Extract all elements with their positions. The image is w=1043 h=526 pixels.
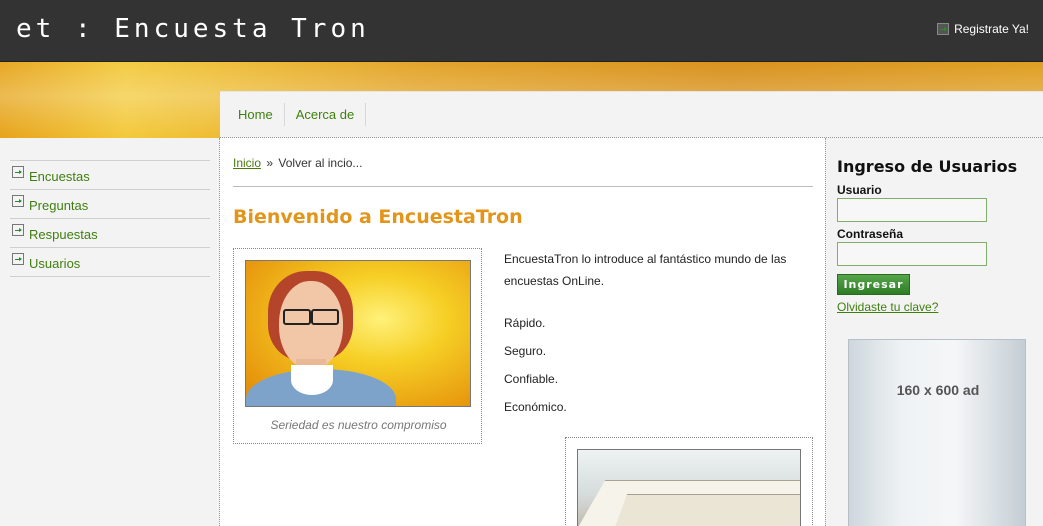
feature-list: Rápido. Seguro. Confiable. Económico. xyxy=(504,312,567,424)
sidebar-item-label: Respuestas xyxy=(29,226,98,242)
book-image xyxy=(577,449,801,526)
username-label: Usuario xyxy=(837,183,882,197)
secondary-image-frame xyxy=(565,437,813,526)
sidebar-item-respuestas[interactable]: Respuestas xyxy=(10,219,210,248)
image-caption: Seriedad es nuestro compromiso xyxy=(270,418,447,432)
content-divider xyxy=(233,186,813,187)
arrow-right-icon xyxy=(12,166,24,178)
right-sidebar: Ingreso de Usuarios Usuario Contraseña I… xyxy=(825,138,1043,526)
left-sidebar: Encuestas Preguntas Respuestas Usuarios xyxy=(0,138,220,526)
username-input[interactable] xyxy=(837,198,987,222)
sidebar-item-preguntas[interactable]: Preguntas xyxy=(10,190,210,219)
breadcrumb: Inicio » Volver al incio... xyxy=(233,156,362,170)
featured-image-frame: Seriedad es nuestro compromiso xyxy=(233,248,482,444)
feature-item: Seguro. xyxy=(504,344,547,358)
breadcrumb-separator: » xyxy=(266,156,274,170)
password-label: Contraseña xyxy=(837,227,904,241)
nav-item-home[interactable]: Home xyxy=(227,103,285,126)
register-label: Registrate Ya! xyxy=(954,22,1029,36)
breadcrumb-current: Volver al incio... xyxy=(278,156,363,170)
sidebar-item-label: Encuestas xyxy=(29,168,90,184)
portrait-image xyxy=(245,260,471,407)
sidebar-item-label: Preguntas xyxy=(29,197,89,213)
ad-banner[interactable]: 160 x 600 ad xyxy=(848,339,1026,526)
feature-item: Rápido. xyxy=(504,316,546,330)
sidebar-menu: Encuestas Preguntas Respuestas Usuarios xyxy=(10,160,210,277)
intro-text: EncuestaTron lo introduce al fantástico … xyxy=(504,252,787,288)
arrow-right-icon xyxy=(12,195,24,207)
sidebar-item-usuarios[interactable]: Usuarios xyxy=(10,248,210,277)
register-link[interactable]: Registrate Ya! xyxy=(937,22,1029,36)
ad-text: 160 x 600 ad xyxy=(896,382,980,398)
arrow-right-icon xyxy=(12,253,24,265)
login-title: Ingreso de Usuarios xyxy=(837,157,1018,176)
login-button[interactable]: Ingresar xyxy=(837,274,910,295)
site-title: et : Encuesta Tron xyxy=(16,14,370,44)
arrow-right-icon xyxy=(12,224,24,236)
nav-item-acerca-de[interactable]: Acerca de xyxy=(285,103,367,126)
arrow-right-icon xyxy=(937,23,950,35)
feature-item: Económico. xyxy=(504,400,567,414)
sidebar-item-label: Usuarios xyxy=(29,255,81,271)
main-content: Inicio » Volver al incio... Bienvenido a… xyxy=(233,138,813,526)
top-navigation: Home Acerca de xyxy=(220,91,1043,138)
feature-item: Confiable. xyxy=(504,372,559,386)
sidebar-item-encuestas[interactable]: Encuestas xyxy=(10,161,210,190)
site-header: et : Encuesta Tron Registrate Ya! xyxy=(0,0,1043,62)
nav-list: Home Acerca de xyxy=(220,92,1043,137)
page-title: Bienvenido a EncuestaTron xyxy=(233,206,523,228)
password-input[interactable] xyxy=(837,242,987,266)
breadcrumb-home-link[interactable]: Inicio xyxy=(233,156,261,170)
forgot-password-link[interactable]: Olvidaste tu clave? xyxy=(837,300,938,314)
